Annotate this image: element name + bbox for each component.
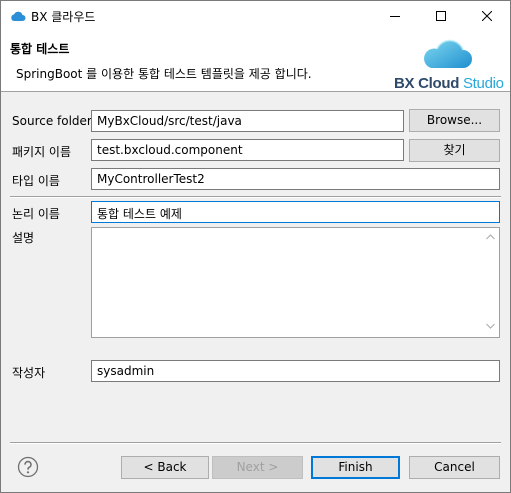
- title-bar: BX 클라우드: [1, 1, 510, 31]
- logical-name-label: 논리 이름: [12, 207, 60, 221]
- finish-button[interactable]: Finish: [311, 456, 400, 479]
- cancel-button[interactable]: Cancel: [409, 456, 500, 479]
- page-title: 통합 테스트: [10, 42, 70, 56]
- author-field[interactable]: sysadmin: [91, 360, 500, 382]
- logo-sub-text: Studio: [462, 75, 504, 92]
- separator: [10, 196, 501, 198]
- window-title: BX 클라우드: [31, 10, 96, 24]
- close-icon: [482, 11, 492, 21]
- next-button[interactable]: Next >: [212, 456, 303, 479]
- minimize-icon: [390, 16, 400, 17]
- wizard-header: 통합 테스트 SpringBoot 를 이용한 통합 테스트 템플릿을 제공 합…: [1, 31, 510, 92]
- help-icon[interactable]: [17, 456, 39, 478]
- footer-separator: [10, 442, 501, 444]
- description-label: 설명: [12, 231, 35, 245]
- source-folder-label: Source folder:: [12, 114, 96, 128]
- page-description: SpringBoot 를 이용한 통합 테스트 템플릿을 제공 합니다.: [16, 67, 312, 81]
- source-folder-field[interactable]: MyBxCloud/src/test/java: [91, 110, 404, 132]
- bx-cloud-studio-logo: BX Cloud Studio: [394, 75, 504, 92]
- cloud-icon: [11, 11, 26, 21]
- type-name-label: 타입 이름: [12, 174, 60, 188]
- chevron-down-icon: [486, 323, 495, 329]
- wizard-window: BX 클라우드 통합 테스트 SpringBoot 를 이용한 통합 테스트 템…: [0, 0, 511, 493]
- package-field[interactable]: test.bxcloud.component: [91, 139, 404, 161]
- minimize-button[interactable]: [372, 1, 418, 31]
- back-button[interactable]: < Back: [121, 456, 209, 479]
- bx-cloud-logo-icon: [424, 39, 472, 68]
- logo-main-text: BX Cloud: [394, 75, 460, 92]
- logical-name-field[interactable]: 통합 테스트 예제: [91, 201, 500, 223]
- author-label: 작성자: [12, 366, 46, 380]
- type-name-field[interactable]: MyControllerTest2: [91, 168, 500, 190]
- maximize-icon: [436, 11, 446, 21]
- chevron-up-icon: [486, 234, 495, 240]
- description-textarea[interactable]: [91, 227, 500, 338]
- maximize-button[interactable]: [418, 1, 464, 31]
- package-label: 패키지 이름: [12, 145, 72, 159]
- close-button[interactable]: [464, 1, 510, 31]
- vertical-scrollbar[interactable]: [482, 228, 499, 337]
- browse-button[interactable]: Browse...: [409, 109, 500, 132]
- find-button[interactable]: 찾기: [409, 139, 500, 162]
